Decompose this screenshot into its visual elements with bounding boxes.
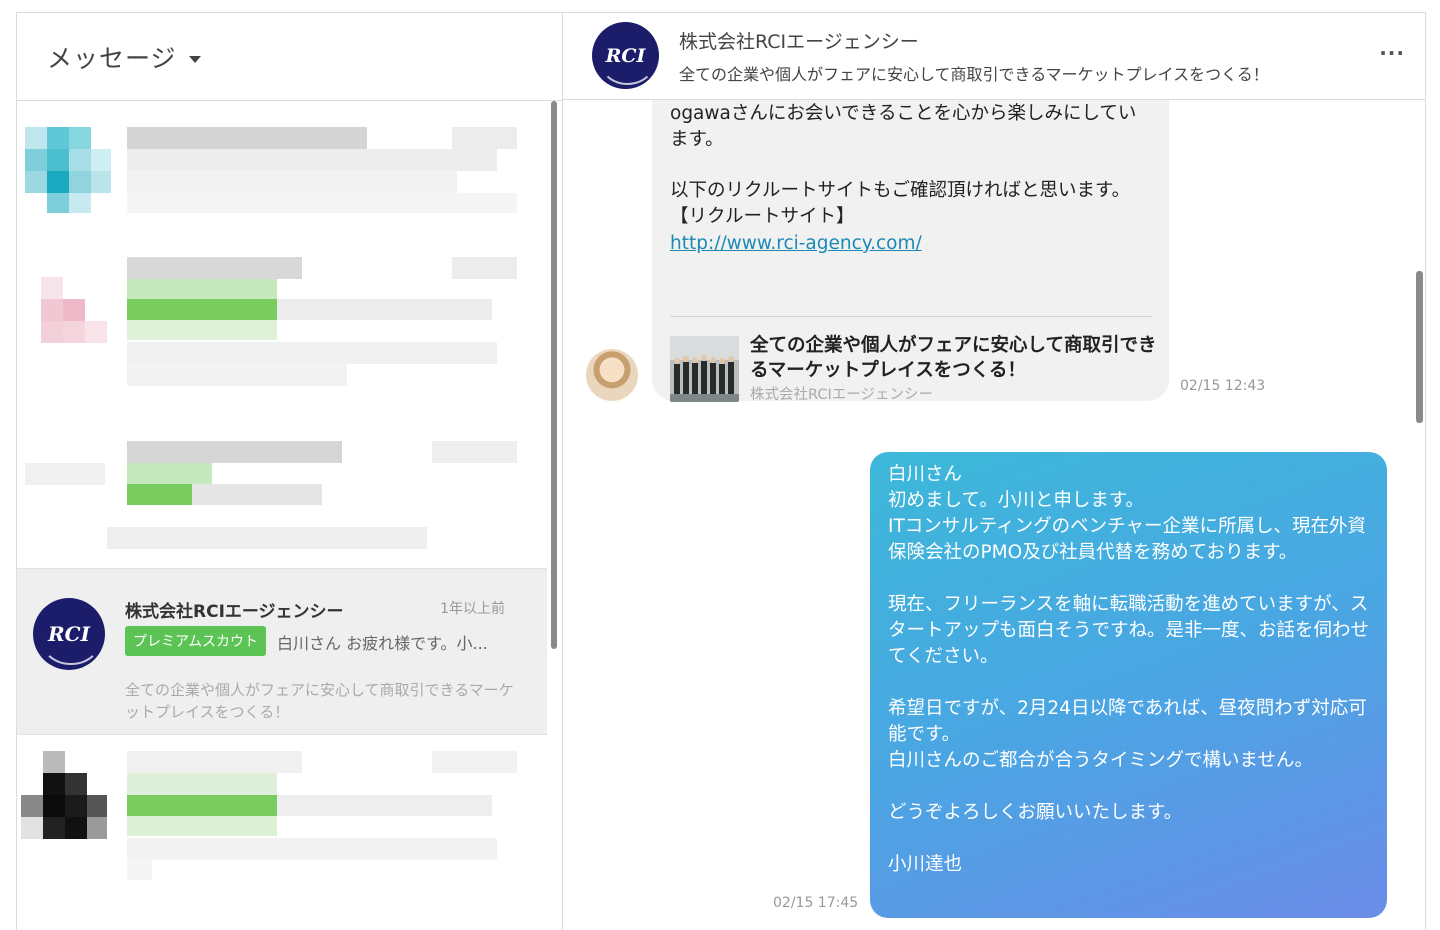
incoming-message-bubble: ogawaさんにお会いできることを心から楽しみにしています。 以下のリクルートサ… bbox=[652, 73, 1169, 403]
message-text: 白川さんのご都合が合うタイミングで構いません。 bbox=[888, 750, 1313, 771]
list-item-redacted[interactable] bbox=[17, 421, 547, 561]
conversation-name: 株式会社RCIエージェンシー bbox=[125, 602, 344, 622]
list-header[interactable]: メッセージ bbox=[17, 13, 562, 101]
message-timestamp: 02/15 17:45 bbox=[773, 895, 859, 911]
conversation-list-pane: メッセージ RCI 株式会社RCIエージェンシー 1年以上前 プレミアムスカウト… bbox=[17, 13, 563, 930]
message-text: 【リクルートサイト】 bbox=[670, 206, 855, 227]
conversation-pane: RCI 株式会社RCIエージェンシー 全ての企業や個人がフェアに安心して商取引で… bbox=[563, 13, 1425, 930]
company-logo[interactable]: RCI bbox=[592, 22, 659, 89]
link-preview-thumbnail bbox=[670, 336, 739, 402]
conversation-scrollbar[interactable] bbox=[1416, 271, 1423, 423]
recruit-site-link[interactable]: http://www.rci-agency.com/ bbox=[670, 230, 1151, 258]
message-preview: 白川さん お疲れ様です。小... bbox=[277, 634, 488, 653]
chevron-down-icon[interactable] bbox=[188, 56, 201, 63]
conversation-time: 1年以上前 bbox=[440, 601, 505, 617]
message-text: 以下のリクルートサイトもご確認頂ければと思います。 bbox=[670, 180, 1131, 201]
company-logo: RCI bbox=[33, 598, 105, 670]
company-tagline: 全ての企業や個人がフェアに安心して商取引できるマーケットプレイスをつくる！ bbox=[679, 65, 1269, 84]
message-text: 現在、フリーランスを軸に転職活動を進めていますが、スタートアップも面白そうですね… bbox=[888, 594, 1370, 667]
list-scrollbar[interactable] bbox=[551, 101, 557, 649]
link-preview-source: 株式会社RCIエージェンシー bbox=[750, 387, 933, 403]
conversation-list[interactable]: RCI 株式会社RCIエージェンシー 1年以上前 プレミアムスカウト 白川さん … bbox=[17, 101, 563, 930]
sender-avatar[interactable] bbox=[586, 349, 638, 401]
premium-scout-badge: プレミアムスカウト bbox=[125, 626, 267, 656]
more-options-icon[interactable]: ··· bbox=[1379, 41, 1405, 65]
list-item-redacted[interactable] bbox=[17, 749, 547, 930]
list-item-redacted[interactable] bbox=[17, 251, 547, 411]
company-name[interactable]: 株式会社RCIエージェンシー bbox=[679, 27, 919, 54]
message-text: 白川さん bbox=[888, 464, 963, 485]
message-text: どうぞよろしくお願いいたします。 bbox=[888, 802, 1183, 823]
list-item-active[interactable]: RCI 株式会社RCIエージェンシー 1年以上前 プレミアムスカウト 白川さん … bbox=[17, 568, 547, 735]
list-title: メッセージ bbox=[47, 43, 177, 73]
company-tagline: 全ての企業や個人がフェアに安心して商取引できるマーケットプレイスをつくる！ bbox=[125, 681, 514, 721]
link-preview-title[interactable]: 全ての企業や個人がフェアに安心して商取引できるマーケットプレイスをつくる！ bbox=[750, 333, 1160, 383]
outgoing-message-bubble: 白川さん 初めまして。小川と申します。 ITコンサルティングのベンチャー企業に所… bbox=[870, 452, 1387, 918]
link-preview-card[interactable]: 全ての企業や個人がフェアに安心して商取引できるマーケットプレイスをつくる！ 株式… bbox=[670, 316, 1156, 403]
conversation-header: RCI 株式会社RCIエージェンシー 全ての企業や個人がフェアに安心して商取引で… bbox=[563, 13, 1425, 100]
messaging-app: メッセージ RCI 株式会社RCIエージェンシー 1年以上前 プレミアムスカウト… bbox=[16, 12, 1426, 930]
message-signature: 小川達也 bbox=[888, 854, 963, 875]
logo-text: RCI bbox=[605, 44, 646, 67]
message-text: ITコンサルティングのベンチャー企業に所属し、現在外資保険会社のPMO及び社員代… bbox=[888, 516, 1366, 563]
list-item-redacted[interactable] bbox=[17, 101, 547, 241]
message-text: ogawaさんにお会いできることを心から楽しみにしています。 bbox=[670, 103, 1137, 150]
message-text: 初めまして。小川と申します。 bbox=[888, 490, 1145, 511]
logo-text: RCI bbox=[48, 622, 90, 646]
message-timestamp: 02/15 12:43 bbox=[1180, 378, 1266, 394]
message-text: 希望日ですが、2月24日以降であれば、昼夜問わず対応可能です。 bbox=[888, 698, 1367, 745]
